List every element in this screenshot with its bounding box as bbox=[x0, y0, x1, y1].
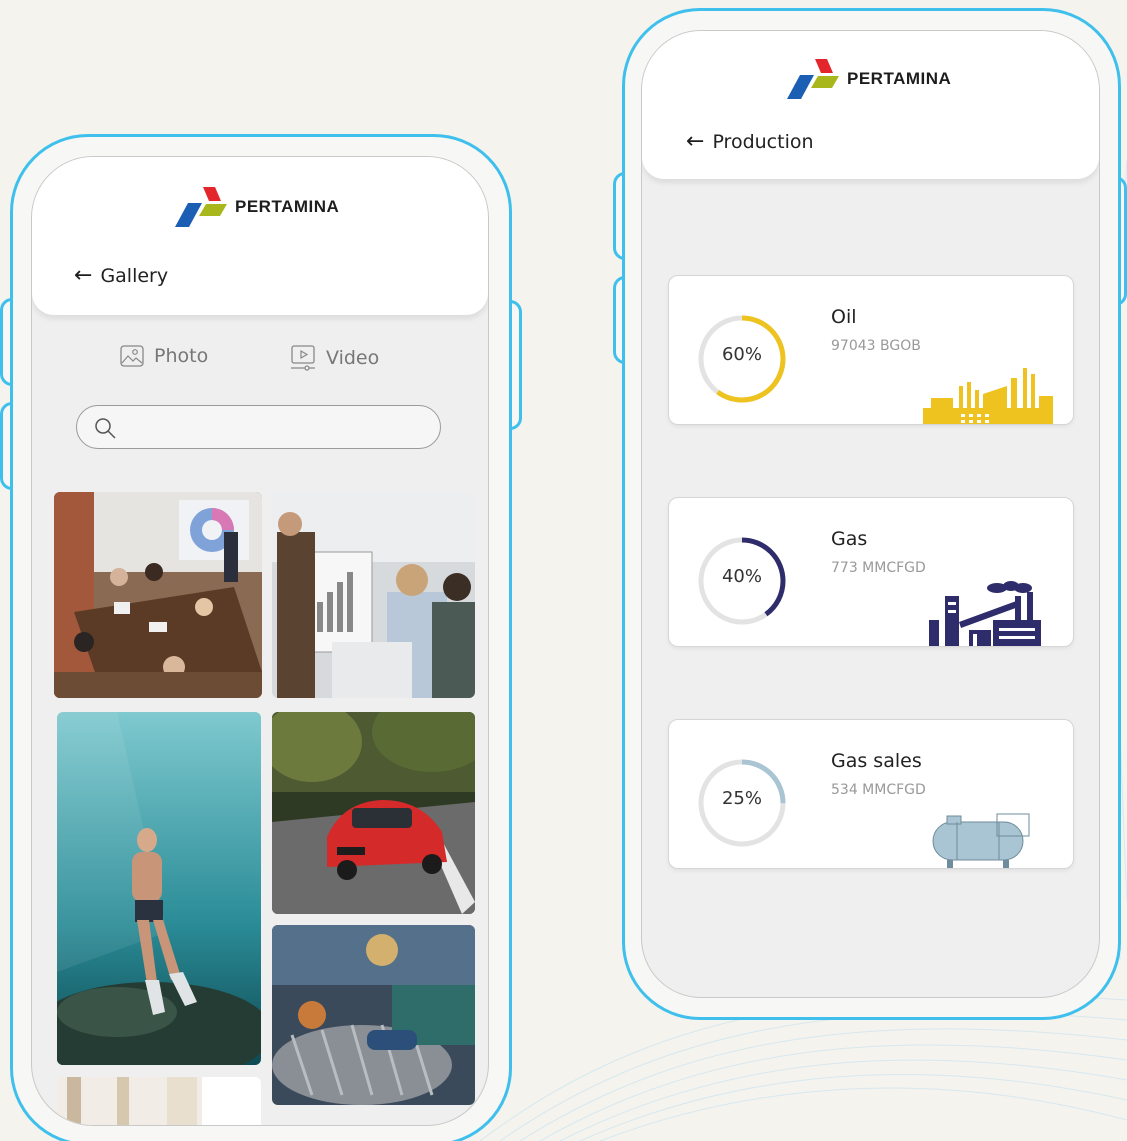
video-icon bbox=[291, 345, 315, 371]
card-title: Gas sales bbox=[831, 750, 922, 772]
card-value: 97043 BGOB bbox=[831, 338, 921, 354]
percent-label: 40% bbox=[721, 566, 762, 587]
arrow-left-icon[interactable]: ← bbox=[74, 265, 92, 287]
gas-plant-icon bbox=[929, 581, 1041, 646]
card-title: Gas bbox=[831, 528, 868, 550]
storage-tank-icon bbox=[932, 813, 1030, 868]
interior-image bbox=[57, 1077, 261, 1125]
search-input[interactable] bbox=[76, 405, 441, 449]
page-title: Production bbox=[712, 131, 814, 153]
presentation-image bbox=[272, 492, 475, 698]
percent-label: 60% bbox=[721, 344, 762, 365]
search-icon bbox=[95, 418, 116, 439]
arrow-left-icon[interactable]: ← bbox=[686, 131, 704, 153]
pertamina-logo-icon bbox=[175, 187, 227, 227]
gallery-photo-presentation[interactable] bbox=[272, 492, 475, 698]
production-card-gas[interactable]: 40% Gas 773 MMCFGD bbox=[668, 497, 1074, 647]
tab-video[interactable]: Video bbox=[290, 345, 379, 371]
production-back-row[interactable]: ← Production bbox=[686, 131, 814, 154]
meeting-room-image bbox=[54, 492, 262, 698]
gallery-screen: PERTAMINA ← Gallery Photo Video bbox=[31, 156, 489, 1126]
gallery-photo-interior[interactable] bbox=[57, 1077, 261, 1125]
gallery-photo-car[interactable] bbox=[272, 712, 475, 914]
tab-photo[interactable]: Photo bbox=[120, 345, 208, 367]
gallery-photo-diver[interactable] bbox=[57, 712, 261, 1065]
image-icon bbox=[120, 345, 144, 367]
card-value: 773 MMCFGD bbox=[831, 560, 926, 576]
diver-image bbox=[57, 712, 261, 1065]
production-card-gas-sales[interactable]: 25% Gas sales 534 MMCFGD bbox=[668, 719, 1074, 869]
card-title: Oil bbox=[831, 306, 857, 328]
tab-video-label: Video bbox=[326, 347, 380, 369]
gallery-header: PERTAMINA ← Gallery bbox=[32, 157, 488, 315]
refinery-icon bbox=[923, 368, 1053, 424]
brand-name: PERTAMINA bbox=[235, 197, 340, 216]
tab-photo-label: Photo bbox=[154, 345, 209, 367]
gallery-photo-meeting[interactable] bbox=[54, 492, 262, 698]
production-card-oil[interactable]: 60% Oil 97043 BGOB bbox=[668, 275, 1074, 425]
gallery-back-row[interactable]: ← Gallery bbox=[74, 265, 169, 288]
red-car-image bbox=[272, 712, 475, 914]
welding-image bbox=[272, 925, 475, 1105]
page-title: Gallery bbox=[100, 265, 169, 287]
brand-name: PERTAMINA bbox=[847, 69, 952, 88]
pertamina-logo: PERTAMINA bbox=[787, 59, 951, 99]
pertamina-logo-icon bbox=[787, 59, 839, 99]
card-value: 534 MMCFGD bbox=[831, 782, 926, 798]
pertamina-logo: PERTAMINA bbox=[175, 187, 339, 227]
percent-label: 25% bbox=[721, 788, 762, 809]
gallery-photo-welding[interactable] bbox=[272, 925, 475, 1105]
production-header: PERTAMINA ← Production bbox=[642, 31, 1099, 179]
production-screen: PERTAMINA ← Production 60% Oil 97043 BGO… bbox=[641, 30, 1100, 998]
